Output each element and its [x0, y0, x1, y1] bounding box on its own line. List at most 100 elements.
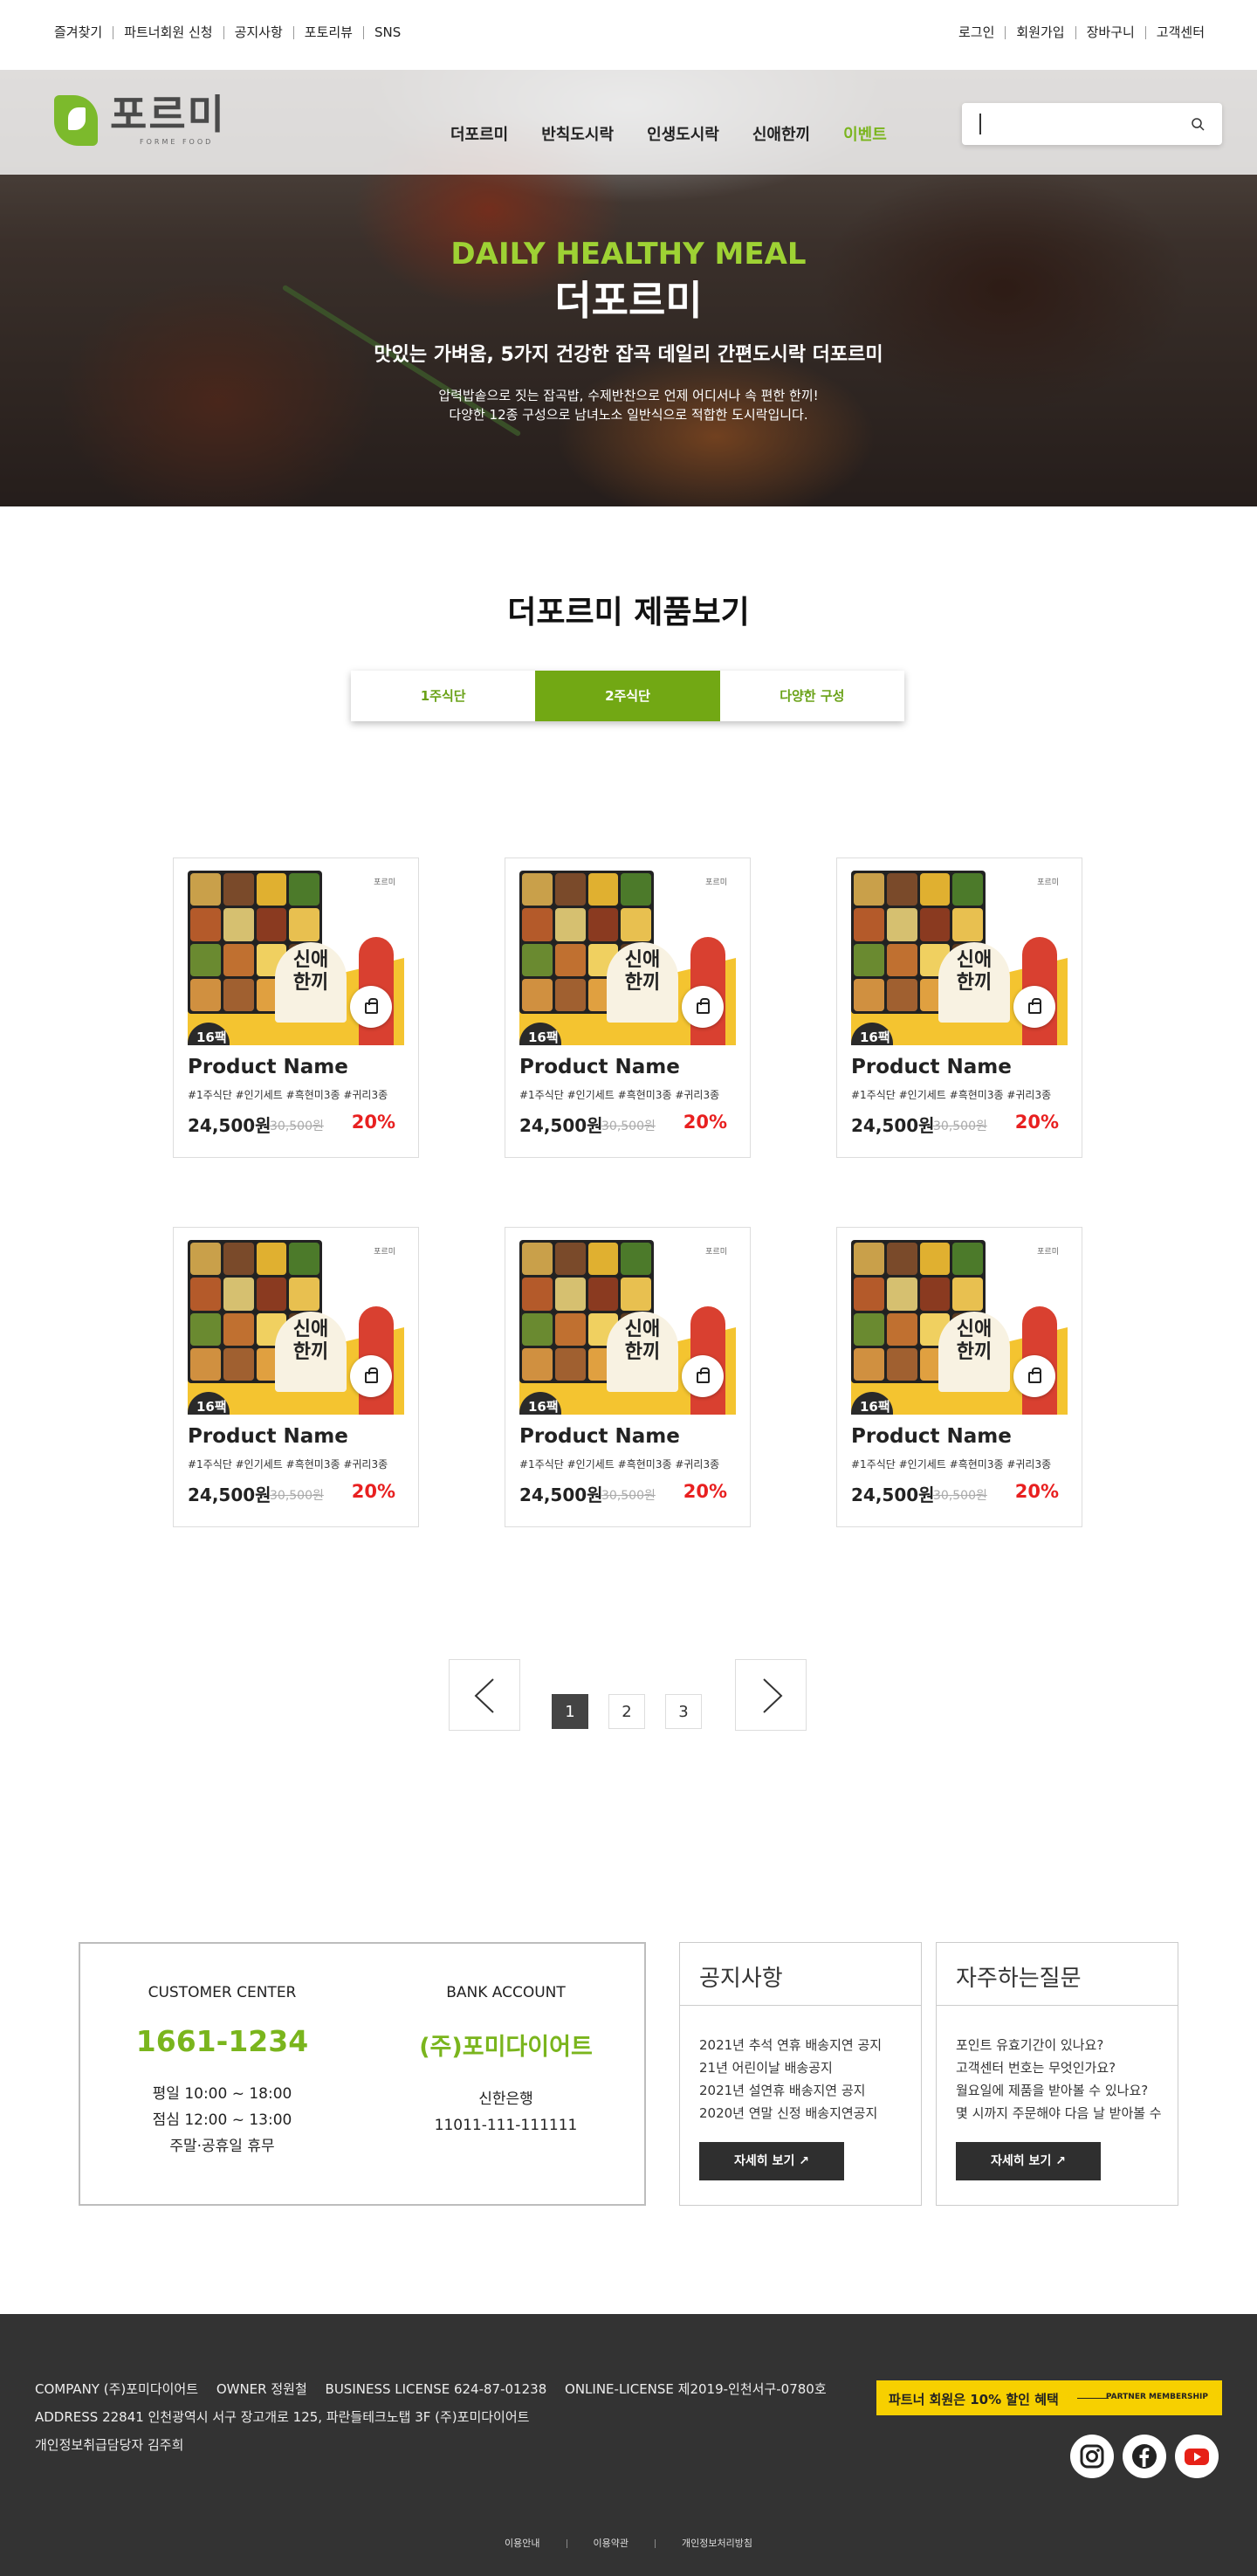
product-image[interactable]: 신애 한끼 포르미 16팩	[519, 871, 736, 1045]
link-signup[interactable]: 회원가입	[1005, 26, 1075, 39]
image-brand: 포르미	[1037, 878, 1059, 887]
food-cell	[190, 1312, 221, 1346]
next-page-button[interactable]	[735, 1659, 807, 1731]
food-cell	[522, 943, 553, 976]
add-to-cart-button[interactable]	[1013, 1355, 1055, 1397]
product-card[interactable]: 신애 한끼 포르미 16팩 Product Name #1주식단 #인기세트 #흑현미3종…	[173, 858, 419, 1158]
food-cell	[522, 978, 553, 1011]
notice-item[interactable]: 2021년 추석 연휴 배송지연 공지	[699, 2034, 909, 2056]
nav-event[interactable]: 이벤트	[843, 122, 887, 145]
external-link-icon: ↗	[1055, 2154, 1066, 2168]
product-image[interactable]: 신애 한끼 포르미 16팩	[851, 871, 1068, 1045]
link-partner-apply[interactable]: 파트너회원 신청	[113, 26, 223, 39]
site-logo[interactable]: 포르미 FORME FOOD	[54, 94, 226, 146]
youtube-icon	[1185, 2449, 1209, 2465]
product-card[interactable]: 신애 한끼 포르미 16팩 Product Name #1주식단 #인기세트 #흑현미3종…	[836, 858, 1082, 1158]
notice-title: 공지사항	[680, 1943, 921, 2006]
food-cell	[522, 873, 553, 906]
product-name[interactable]: Product Name	[519, 1425, 680, 1448]
page-1[interactable]: 1	[552, 1694, 588, 1729]
product-image[interactable]: 신애 한끼 포르미 16팩	[188, 871, 404, 1045]
food-cell	[919, 873, 951, 906]
food-cell	[190, 978, 221, 1011]
link-customer-center[interactable]: 고객센터	[1144, 26, 1205, 39]
product-tags: #1주식단 #인기세트 #흑현미3종 #귀리3종	[851, 1458, 1052, 1471]
tab-2week[interactable]: 2주식단	[535, 671, 720, 721]
add-to-cart-button[interactable]	[682, 1355, 724, 1397]
product-card[interactable]: 신애 한끼 포르미 16팩 Product Name #1주식단 #인기세트 #흑현미3종…	[505, 1227, 751, 1527]
link-guide[interactable]: 이용안내	[478, 2536, 566, 2550]
notice-item[interactable]: 21년 어린이날 배송공지	[699, 2056, 909, 2079]
instagram-button[interactable]	[1070, 2435, 1114, 2478]
product-card[interactable]: 신애 한끼 포르미 16팩 Product Name #1주식단 #인기세트 #흑현미3종…	[836, 1227, 1082, 1527]
tab-1week[interactable]: 1주식단	[351, 671, 535, 721]
tab-various[interactable]: 다양한 구성	[720, 671, 904, 721]
food-cell	[522, 1278, 553, 1311]
food-cell	[223, 1243, 254, 1276]
footer-address: ADDRESS 22841 인천광역시 서구 장고개로 125, 파란들테크노탭…	[35, 2409, 530, 2425]
cc-hours-1: 평일 10:00 ~ 18:00	[152, 2085, 292, 2103]
bank-name: 신한은행	[478, 2090, 533, 2108]
product-card[interactable]: 신애 한끼 포르미 16팩 Product Name #1주식단 #인기세트 #흑현미3종…	[505, 858, 751, 1158]
customer-center-box: CUSTOMER CENTER 1661-1234 평일 10:00 ~ 18:…	[79, 1942, 646, 2206]
faq-more-button[interactable]: 자세히 보기 ↗	[956, 2142, 1101, 2180]
link-cart[interactable]: 장바구니	[1075, 26, 1145, 39]
partner-subtext: PARTNER MEMBERSHIP	[1105, 2393, 1208, 2401]
link-terms[interactable]: 이용약관	[567, 2536, 655, 2550]
product-tags: #1주식단 #인기세트 #흑현미3종 #귀리3종	[851, 1089, 1052, 1101]
link-photo-review[interactable]: 포토리뷰	[292, 26, 363, 39]
search-icon[interactable]	[1191, 117, 1205, 131]
food-cell	[886, 1278, 917, 1311]
link-bookmark[interactable]: 즐겨찾기	[54, 26, 113, 39]
add-to-cart-button[interactable]	[350, 1355, 392, 1397]
food-cell	[854, 1243, 884, 1276]
product-image[interactable]: 신애 한끼 포르미 16팩	[851, 1240, 1068, 1415]
external-link-icon: ↗	[799, 2154, 809, 2168]
product-image[interactable]: 신애 한끼 포르미 16팩	[519, 1240, 736, 1415]
leaf-logo-icon	[54, 94, 98, 146]
link-privacy-policy[interactable]: 개인정보처리방침	[656, 2536, 779, 2550]
hero-title: 더포르미	[554, 277, 703, 324]
product-image[interactable]: 신애 한끼 포르미 16팩	[188, 1240, 404, 1415]
link-notice[interactable]: 공지사항	[223, 26, 293, 39]
faq-item[interactable]: 포인트 유효기간이 있나요?	[956, 2034, 1165, 2056]
product-name[interactable]: Product Name	[188, 1056, 348, 1078]
nav-banchik[interactable]: 반칙도시락	[541, 122, 614, 145]
image-brand: 포르미	[374, 1248, 395, 1257]
hero-copy: DAILY HEALTHY MEAL 더포르미 맛있는 가벼움, 5가지 건강한…	[0, 234, 1257, 424]
notice-more-button[interactable]: 자세히 보기 ↗	[699, 2142, 844, 2180]
faq-item[interactable]: 고객센터 번호는 무엇인가요?	[956, 2056, 1165, 2079]
add-to-cart-button[interactable]	[1013, 986, 1055, 1028]
nav-sinae[interactable]: 신애한끼	[752, 122, 810, 145]
company-info: COMPANY (주)포미다이어트 OWNER 정원철 BUSINESS LIC…	[35, 2375, 841, 2459]
link-login[interactable]: 로그인	[958, 26, 1005, 39]
faq-item[interactable]: 몇 시까지 주문해야 다음 날 받아볼 수 있나요?	[956, 2102, 1165, 2125]
discount-rate: 20%	[351, 1112, 395, 1133]
food-cell	[289, 1278, 319, 1311]
facebook-button[interactable]	[1123, 2435, 1166, 2478]
product-name[interactable]: Product Name	[851, 1425, 1012, 1448]
product-card[interactable]: 신애 한끼 포르미 16팩 Product Name #1주식단 #인기세트 #흑현미3종…	[173, 1227, 419, 1527]
add-to-cart-button[interactable]	[350, 986, 392, 1028]
link-sns[interactable]: SNS	[362, 26, 411, 39]
youtube-button[interactable]	[1175, 2435, 1219, 2478]
page-3[interactable]: 3	[665, 1694, 702, 1729]
page-2[interactable]: 2	[608, 1694, 645, 1729]
partner-banner[interactable]: 파트너 회원은 10% 할인 혜택 PARTNER MEMBERSHIP	[876, 2380, 1222, 2415]
food-cell	[587, 1243, 619, 1276]
food-cell	[256, 1243, 287, 1276]
faq-item[interactable]: 월요일에 제품을 받아볼 수 있나요?	[956, 2079, 1165, 2102]
search-input[interactable]	[979, 114, 1171, 134]
food-cell	[554, 1312, 586, 1346]
product-name[interactable]: Product Name	[851, 1056, 1012, 1078]
notice-item[interactable]: 2021년 설연휴 배송지연 공지	[699, 2079, 909, 2102]
food-cell	[223, 1312, 254, 1346]
notice-item[interactable]: 2020년 연말 신정 배송지연공지	[699, 2102, 909, 2125]
logo-subtext: FORME FOOD	[140, 138, 214, 146]
product-name[interactable]: Product Name	[519, 1056, 680, 1078]
product-name[interactable]: Product Name	[188, 1425, 348, 1448]
prev-page-button[interactable]	[449, 1659, 520, 1731]
nav-insaeng[interactable]: 인생도시락	[647, 122, 719, 145]
add-to-cart-button[interactable]	[682, 986, 724, 1028]
nav-theforme[interactable]: 더포르미	[450, 122, 508, 145]
